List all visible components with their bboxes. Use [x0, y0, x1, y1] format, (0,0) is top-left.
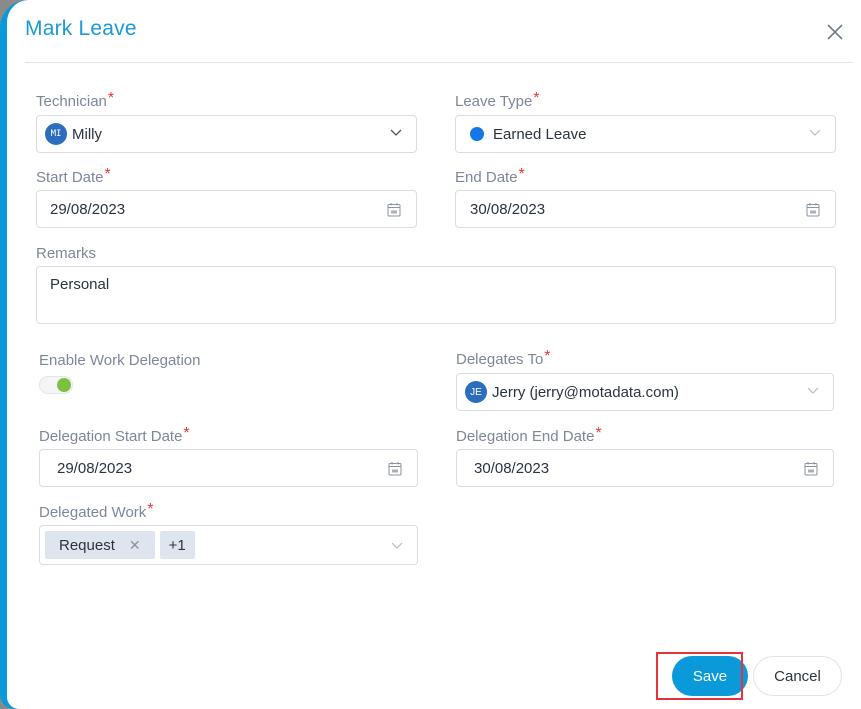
- end-date-label-text: End Date: [455, 169, 518, 186]
- calendar-icon[interactable]: [387, 202, 401, 217]
- leave-type-label-text: Leave Type: [455, 93, 533, 110]
- start-date-value: 29/08/2023: [50, 200, 126, 218]
- delegated-work-label-text: Delegated Work: [39, 504, 147, 521]
- leave-type-label: Leave Type*: [455, 90, 540, 111]
- start-date-label-text: Start Date: [36, 169, 104, 186]
- chevron-down-icon: [391, 542, 403, 549]
- technician-value: Milly: [72, 125, 102, 143]
- required-asterisk: *: [518, 166, 525, 183]
- remarks-label: Remarks: [36, 245, 97, 262]
- close-icon[interactable]: [825, 22, 845, 42]
- delegation-end-date-label-text: Delegation End Date: [456, 428, 595, 445]
- save-button[interactable]: Save: [672, 656, 748, 696]
- chevron-down-icon: [390, 129, 402, 136]
- more-chips-badge[interactable]: +1: [159, 531, 195, 559]
- calendar-icon[interactable]: [804, 461, 818, 476]
- delegation-start-date-label-text: Delegation Start Date: [39, 428, 183, 445]
- required-asterisk: *: [147, 501, 154, 518]
- technician-label: Technician*: [36, 90, 115, 111]
- required-asterisk: *: [595, 425, 602, 442]
- end-date-label: End Date*: [455, 166, 525, 187]
- required-asterisk: *: [533, 90, 540, 107]
- dialog-title: Mark Leave: [25, 17, 137, 40]
- delegate-avatar: JE: [465, 381, 487, 403]
- required-asterisk: *: [183, 425, 190, 442]
- delegation-end-date-label: Delegation End Date*: [456, 425, 602, 446]
- chevron-down-icon: [807, 387, 819, 394]
- chevron-down-icon: [809, 129, 821, 136]
- enable-work-delegation-toggle[interactable]: [39, 376, 73, 394]
- mark-leave-dialog: Mark Leave Technician* MI Milly Leave Ty…: [0, 0, 861, 709]
- dialog-body: Mark Leave Technician* MI Milly Leave Ty…: [7, 0, 861, 709]
- end-date-value: 30/08/2023: [470, 200, 546, 218]
- required-asterisk: *: [104, 166, 111, 183]
- remarks-textarea[interactable]: Personal: [36, 266, 836, 324]
- technician-avatar: MI: [45, 123, 67, 145]
- start-date-input[interactable]: 29/08/2023: [36, 190, 417, 228]
- required-asterisk: *: [544, 348, 551, 365]
- leave-type-value: Earned Leave: [493, 125, 587, 143]
- delegates-to-label: Delegates To*: [456, 348, 551, 369]
- delegated-work-label: Delegated Work*: [39, 501, 154, 522]
- toggle-knob: [57, 378, 71, 392]
- remove-chip-icon[interactable]: ✕: [129, 537, 141, 554]
- delegated-work-chip: Request ✕: [45, 531, 155, 559]
- calendar-icon[interactable]: [388, 461, 402, 476]
- delegation-end-date-input[interactable]: 30/08/2023: [456, 449, 834, 487]
- delegates-to-value: Jerry (jerry@motadata.com): [492, 383, 679, 401]
- technician-label-text: Technician: [36, 93, 107, 110]
- enable-work-delegation-label: Enable Work Delegation: [39, 352, 201, 369]
- chip-label: Request: [59, 536, 115, 554]
- cancel-button[interactable]: Cancel: [753, 656, 842, 696]
- delegation-start-date-label: Delegation Start Date*: [39, 425, 190, 446]
- header-divider: [25, 62, 853, 63]
- end-date-input[interactable]: 30/08/2023: [455, 190, 836, 228]
- delegated-work-select[interactable]: Request ✕ +1: [39, 525, 418, 565]
- delegates-to-label-text: Delegates To: [456, 351, 544, 368]
- delegates-to-select[interactable]: JE Jerry (jerry@motadata.com): [456, 373, 834, 411]
- leave-type-color-dot: [470, 127, 484, 141]
- delegation-end-date-value: 30/08/2023: [474, 459, 550, 477]
- delegation-start-date-input[interactable]: 29/08/2023: [39, 449, 418, 487]
- leave-type-select[interactable]: Earned Leave: [455, 115, 836, 153]
- calendar-icon[interactable]: [806, 202, 820, 217]
- required-asterisk: *: [107, 90, 115, 107]
- start-date-label: Start Date*: [36, 166, 111, 187]
- technician-select[interactable]: MI Milly: [36, 115, 417, 153]
- delegation-start-date-value: 29/08/2023: [57, 459, 133, 477]
